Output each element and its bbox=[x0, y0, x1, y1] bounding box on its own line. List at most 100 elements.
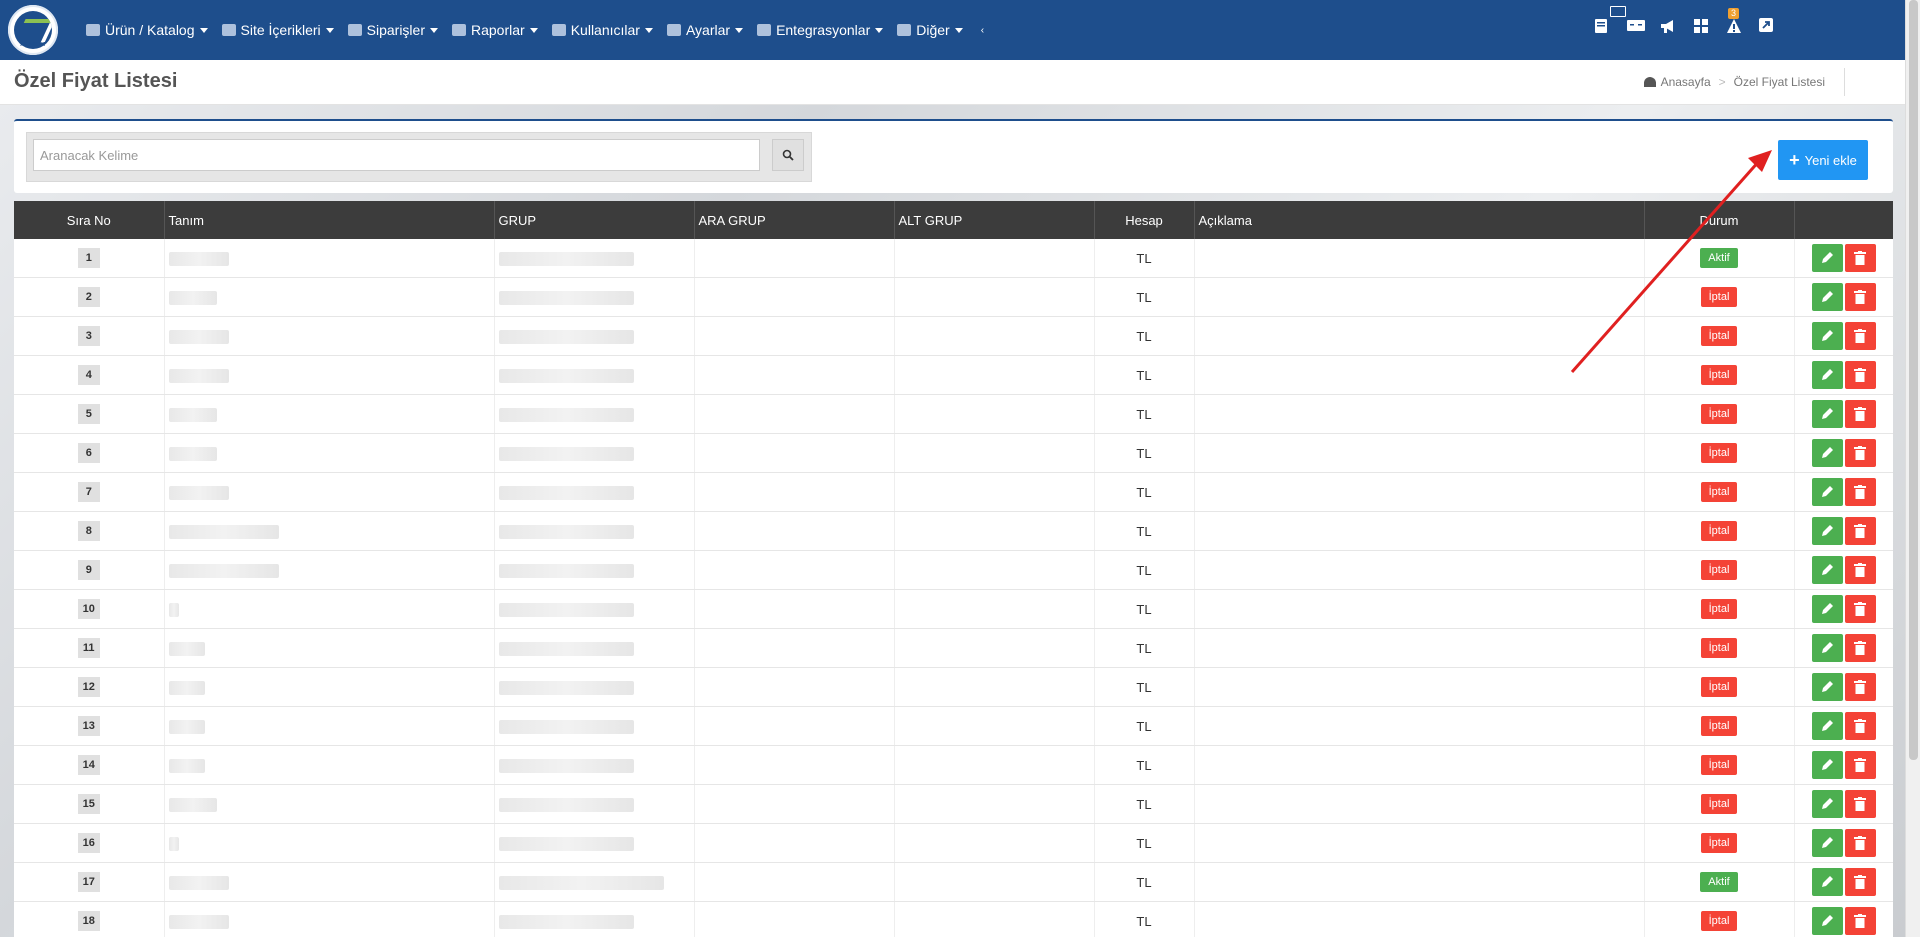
delete-button[interactable] bbox=[1844, 322, 1876, 350]
delete-button[interactable] bbox=[1844, 634, 1876, 662]
edit-button[interactable] bbox=[1811, 907, 1843, 935]
content-icon bbox=[221, 24, 236, 36]
redacted-text bbox=[168, 485, 229, 500]
table-row[interactable]: 8 TL İptal bbox=[14, 511, 1893, 551]
edit-button[interactable] bbox=[1811, 790, 1843, 818]
table-row[interactable]: 10 TL İptal bbox=[14, 589, 1893, 629]
delete-button[interactable] bbox=[1844, 907, 1876, 935]
edit-button[interactable] bbox=[1811, 634, 1843, 662]
col-header-grup[interactable]: GRUP bbox=[494, 201, 695, 239]
delete-button[interactable] bbox=[1844, 790, 1876, 818]
nav-item-other[interactable]: Diğer bbox=[897, 22, 963, 38]
col-header-no[interactable]: Sıra No bbox=[14, 201, 165, 239]
row-number: 14 bbox=[77, 755, 100, 775]
edit-button[interactable] bbox=[1811, 673, 1843, 701]
table-row[interactable]: 16 TL İptal bbox=[14, 823, 1893, 863]
delete-button[interactable] bbox=[1844, 400, 1876, 428]
delete-button[interactable] bbox=[1844, 283, 1876, 311]
table-row[interactable]: 1 TL Aktif bbox=[14, 239, 1893, 278]
add-new-button[interactable]: + Yeni ekle bbox=[1778, 140, 1868, 180]
edit-button[interactable] bbox=[1811, 829, 1843, 857]
brand-logo[interactable]: AKINSOFT bbox=[8, 5, 58, 55]
pencil-icon bbox=[1821, 525, 1833, 536]
delete-button[interactable] bbox=[1844, 244, 1876, 272]
edit-button[interactable] bbox=[1811, 556, 1843, 584]
nav-item-users[interactable]: Kullanıcılar bbox=[551, 22, 653, 38]
nav-item-orders[interactable]: Siparişler bbox=[347, 22, 438, 38]
cell-hesap: TL bbox=[1094, 472, 1195, 512]
row-number: 11 bbox=[77, 638, 100, 658]
edit-button[interactable] bbox=[1811, 283, 1843, 311]
keyboard-icon[interactable] bbox=[1610, 6, 1626, 17]
cell-grup bbox=[494, 550, 695, 590]
nav-item-catalog[interactable]: Ürün / Katalog bbox=[86, 22, 208, 38]
edit-button[interactable] bbox=[1811, 868, 1843, 896]
table-row[interactable]: 14 TL İptal bbox=[14, 745, 1893, 785]
table-row[interactable]: 9 TL İptal bbox=[14, 550, 1893, 590]
delete-button[interactable] bbox=[1844, 556, 1876, 584]
edit-button[interactable] bbox=[1811, 322, 1843, 350]
delete-button[interactable] bbox=[1844, 712, 1876, 740]
external-link-icon[interactable] bbox=[1759, 18, 1775, 34]
edit-button[interactable] bbox=[1811, 751, 1843, 779]
delete-button[interactable] bbox=[1844, 517, 1876, 545]
col-header-tanim[interactable]: Tanım bbox=[164, 201, 495, 239]
nav-item-integrations[interactable]: Entegrasyonlar bbox=[757, 22, 884, 38]
edit-button[interactable] bbox=[1811, 517, 1843, 545]
table-row[interactable]: 4 TL İptal bbox=[14, 355, 1893, 395]
edit-button[interactable] bbox=[1811, 244, 1843, 272]
menu-collapse-arrow[interactable]: ‹ bbox=[981, 25, 984, 36]
status-badge: İptal bbox=[1700, 638, 1738, 658]
redacted-text bbox=[168, 524, 279, 539]
table-row[interactable]: 17 TL Aktif bbox=[14, 862, 1893, 902]
delete-button[interactable] bbox=[1844, 673, 1876, 701]
delete-button[interactable] bbox=[1844, 751, 1876, 779]
search-input[interactable] bbox=[33, 139, 760, 171]
table-row[interactable]: 6 TL İptal bbox=[14, 433, 1893, 473]
nav-item-reports[interactable]: Raporlar bbox=[452, 22, 538, 38]
col-header-durum[interactable]: Durum bbox=[1644, 201, 1795, 239]
book-icon[interactable] bbox=[1594, 18, 1610, 34]
cell-grup bbox=[494, 784, 695, 824]
nav-item-content[interactable]: Site İçerikleri bbox=[221, 22, 334, 38]
cell-grup bbox=[494, 316, 695, 356]
col-header-alt-grup[interactable]: ALT GRUP bbox=[894, 201, 1095, 239]
edit-button[interactable] bbox=[1811, 595, 1843, 623]
windows-grid-icon[interactable] bbox=[1693, 18, 1709, 34]
warning-icon[interactable]: 3 bbox=[1726, 8, 1742, 34]
edit-button[interactable] bbox=[1811, 439, 1843, 467]
delete-button[interactable] bbox=[1844, 595, 1876, 623]
cell-actions bbox=[1794, 433, 1893, 473]
cell-alt-grup bbox=[894, 589, 1095, 629]
table-row[interactable]: 13 TL İptal bbox=[14, 706, 1893, 746]
delete-button[interactable] bbox=[1844, 829, 1876, 857]
delete-button[interactable] bbox=[1844, 868, 1876, 896]
table-row[interactable]: 3 TL İptal bbox=[14, 316, 1893, 356]
delete-button[interactable] bbox=[1844, 478, 1876, 506]
col-header-aciklama[interactable]: Açıklama bbox=[1194, 201, 1645, 239]
table-row[interactable]: 2 TL İptal bbox=[14, 277, 1893, 317]
table-row[interactable]: 12 TL İptal bbox=[14, 667, 1893, 707]
nav-item-settings[interactable]: Ayarlar bbox=[666, 22, 744, 38]
megaphone-icon[interactable] bbox=[1660, 18, 1676, 34]
page-scrollbar[interactable] bbox=[1905, 0, 1920, 937]
edit-button[interactable] bbox=[1811, 400, 1843, 428]
translate-icon[interactable] bbox=[1627, 18, 1645, 34]
table-row[interactable]: 7 TL İptal bbox=[14, 472, 1893, 512]
table-row[interactable]: 11 TL İptal bbox=[14, 628, 1893, 668]
breadcrumb-home[interactable]: Anasayfa bbox=[1661, 75, 1711, 89]
cell-ara-grup bbox=[694, 745, 895, 785]
scrollbar-thumb[interactable] bbox=[1909, 0, 1918, 760]
table-row[interactable]: 18 TL İptal bbox=[14, 901, 1893, 937]
edit-button[interactable] bbox=[1811, 478, 1843, 506]
edit-button[interactable] bbox=[1811, 361, 1843, 389]
col-header-ara-grup[interactable]: ARA GRUP bbox=[694, 201, 895, 239]
delete-button[interactable] bbox=[1844, 439, 1876, 467]
col-header-hesap[interactable]: Hesap bbox=[1094, 201, 1195, 239]
table-row[interactable]: 15 TL İptal bbox=[14, 784, 1893, 824]
table-row[interactable]: 5 TL İptal bbox=[14, 394, 1893, 434]
delete-button[interactable] bbox=[1844, 361, 1876, 389]
edit-button[interactable] bbox=[1811, 712, 1843, 740]
search-button[interactable] bbox=[772, 139, 804, 171]
cell-actions bbox=[1794, 823, 1893, 863]
